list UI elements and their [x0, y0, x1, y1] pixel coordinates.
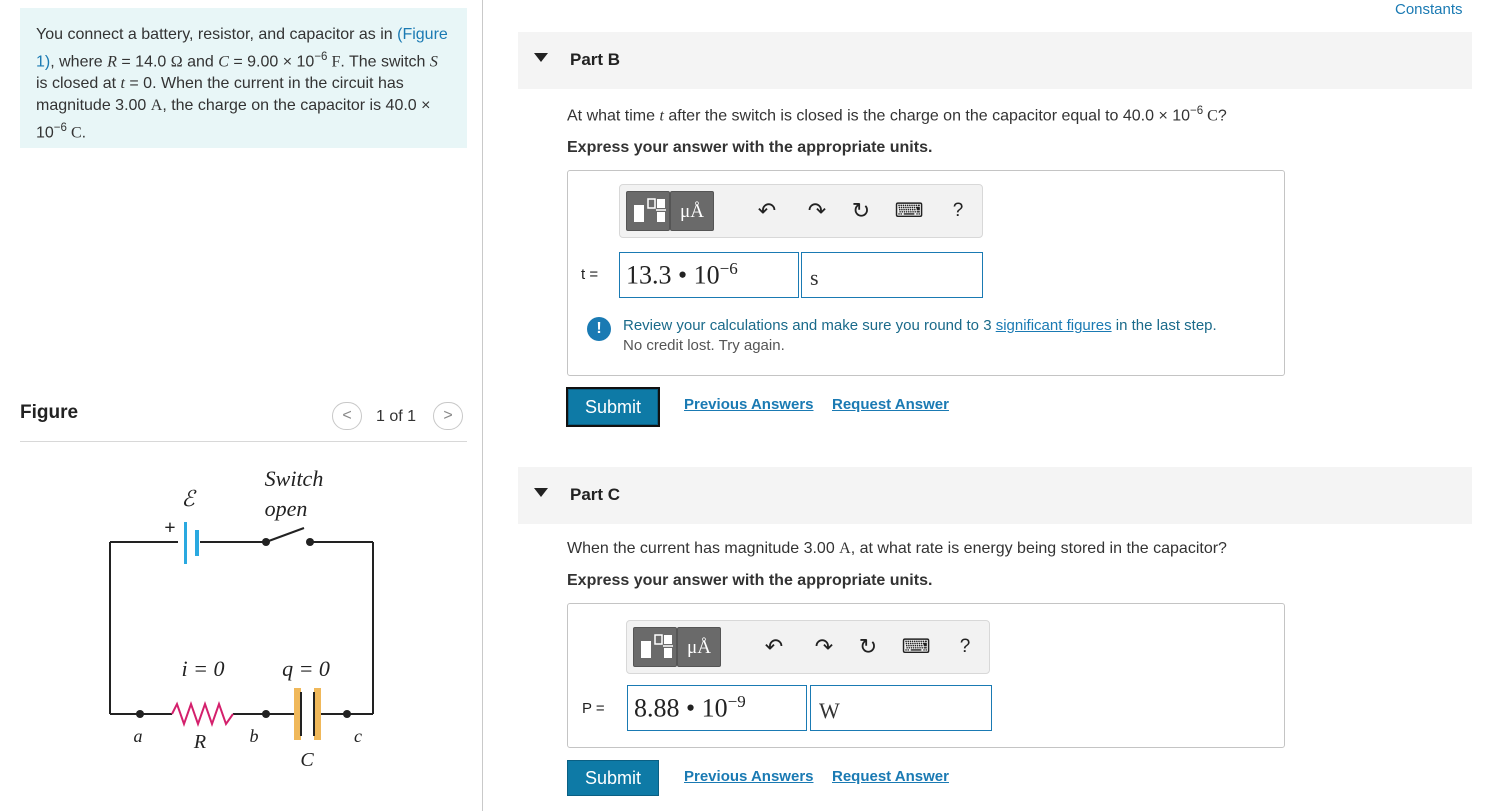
part-b-submit-button[interactable]: Submit	[566, 387, 660, 427]
figure-prev-button[interactable]: <	[332, 402, 362, 430]
part-c-exponent: −9	[727, 692, 746, 711]
part-c-previous-answers-link[interactable]: Previous Answers	[684, 768, 814, 785]
templates-icon[interactable]	[633, 627, 677, 667]
constants-link[interactable]: Constants	[1395, 1, 1463, 18]
node-a-label: a	[134, 726, 143, 746]
circuit-diagram: ℰ + Switch open i = 0 q = 0 a b c R C	[109, 466, 374, 771]
part-b-previous-answers-link[interactable]: Previous Answers	[684, 396, 814, 413]
part-b-value-input[interactable]: 13.3 • 10−6	[619, 252, 799, 298]
part-b-request-answer-link[interactable]: Request Answer	[832, 396, 949, 413]
text-segment: F	[327, 53, 341, 71]
part-b-feedback-sub: No credit lost. Try again.	[623, 337, 785, 354]
switch-open-label: open	[265, 496, 308, 521]
node-b-label: b	[250, 726, 259, 746]
keyboard-icon[interactable]: ⌨	[901, 635, 931, 659]
text-segment: When the current has magnitude 3.00	[567, 540, 840, 557]
emf-label: ℰ	[181, 486, 197, 511]
figure-next-button[interactable]: >	[433, 402, 463, 430]
collapse-triangle-icon	[534, 488, 548, 497]
redo-icon[interactable]: ↷	[809, 635, 839, 659]
part-c-question: When the current has magnitude 3.00 A, a…	[567, 540, 1227, 558]
text-segment: −6	[1190, 105, 1204, 117]
part-c-label: Part C	[570, 485, 621, 504]
switch-symbol	[262, 527, 314, 546]
figure-header: Figure < 1 of 1 >	[20, 400, 467, 442]
part-b-feedback: Review your calculations and make sure y…	[623, 317, 1217, 354]
text-segment: C	[218, 53, 229, 71]
part-b-toolbar: μÅ ↶ ↷ ↻ ⌨ ?	[619, 184, 983, 238]
part-c-answer-box: μÅ ↶ ↷ ↻ ⌨ ? P = 8.88 • 10−9 W	[567, 603, 1285, 748]
current-label: i = 0	[182, 656, 225, 681]
switch-label: Switch	[265, 466, 324, 491]
reset-icon[interactable]: ↻	[846, 199, 876, 223]
part-b-answer-box: μÅ ↶ ↷ ↻ ⌨ ? t = 13.3 • 10−6 s ! Review …	[567, 170, 1285, 376]
part-b-label: Part B	[570, 50, 621, 69]
undo-icon[interactable]: ↶	[759, 635, 789, 659]
text-segment: and	[182, 53, 219, 71]
part-c-request-answer-link[interactable]: Request Answer	[832, 768, 949, 785]
part-c-header[interactable]: Part C	[518, 467, 1472, 524]
battery-symbol	[184, 522, 199, 564]
text-segment: A	[839, 540, 851, 557]
part-b-unit-input[interactable]: s	[801, 252, 983, 298]
text-segment: R	[107, 53, 117, 71]
reset-icon[interactable]: ↻	[853, 635, 883, 659]
help-icon[interactable]: ?	[943, 199, 973, 223]
text-segment: A	[150, 97, 163, 115]
resistor-label: R	[193, 731, 206, 753]
text-segment: At what time	[567, 107, 660, 125]
significant-figures-link[interactable]: significant figures	[996, 317, 1112, 334]
part-c-mantissa: 8.88 • 10	[634, 693, 728, 723]
part-c-instruction: Express your answer with the appropriate…	[567, 572, 933, 589]
text-segment: You connect a battery, resistor, and cap…	[36, 26, 398, 43]
templates-icon[interactable]	[626, 191, 670, 231]
text-segment: after the switch is closed is the charge…	[663, 107, 1191, 125]
resistor-symbol	[171, 700, 234, 728]
part-c-value-input[interactable]: 8.88 • 10−9	[627, 685, 807, 731]
capacitor-label: C	[300, 749, 314, 771]
units-button[interactable]: μÅ	[677, 627, 721, 667]
part-c-variable: P =	[582, 700, 605, 717]
problem-statement: You connect a battery, resistor, and cap…	[20, 8, 467, 148]
part-b-mantissa: 13.3 • 10	[626, 260, 720, 290]
column-divider	[482, 0, 483, 811]
text-segment: ?	[1217, 107, 1227, 125]
part-b-variable: t =	[581, 266, 599, 283]
part-b-instruction: Express your answer with the appropriate…	[567, 139, 933, 156]
text-segment: S	[429, 53, 438, 71]
text-segment: is closed at	[36, 75, 121, 93]
text-segment: −6	[53, 122, 67, 135]
capacitor-symbol	[294, 688, 321, 740]
part-b-header[interactable]: Part B	[518, 32, 1472, 89]
part-b-question: At what time t after the switch is close…	[567, 105, 1227, 125]
text-segment: .	[81, 124, 87, 142]
figure-page-count: 1 of 1	[376, 408, 417, 425]
text-segment: Ω	[170, 53, 183, 71]
text-segment: C	[1203, 107, 1218, 125]
text-segment: , where	[50, 53, 108, 71]
units-button[interactable]: μÅ	[670, 191, 714, 231]
collapse-triangle-icon	[534, 53, 548, 62]
text-segment: = 14.0	[116, 53, 171, 71]
text-segment: , at what rate is energy being stored in…	[850, 540, 1227, 557]
part-c-unit-input[interactable]: W	[810, 685, 992, 731]
battery-plus-label: +	[164, 517, 175, 539]
text-segment: C	[66, 124, 82, 142]
part-b-exponent: −6	[719, 259, 738, 278]
part-c-submit-button[interactable]: Submit	[567, 760, 659, 796]
keyboard-icon[interactable]: ⌨	[894, 199, 924, 223]
text-segment: = 9.00 × 10	[228, 53, 315, 71]
warning-icon: !	[587, 317, 611, 341]
figure-title: Figure	[20, 402, 79, 423]
part-c-toolbar: μÅ ↶ ↷ ↻ ⌨ ?	[626, 620, 990, 674]
undo-icon[interactable]: ↶	[752, 199, 782, 223]
text-segment: −6	[314, 51, 328, 63]
charge-label: q = 0	[282, 656, 330, 681]
text-segment: . The switch	[340, 53, 430, 71]
node-c-label: c	[354, 726, 362, 746]
redo-icon[interactable]: ↷	[802, 199, 832, 223]
help-icon[interactable]: ?	[950, 635, 980, 659]
